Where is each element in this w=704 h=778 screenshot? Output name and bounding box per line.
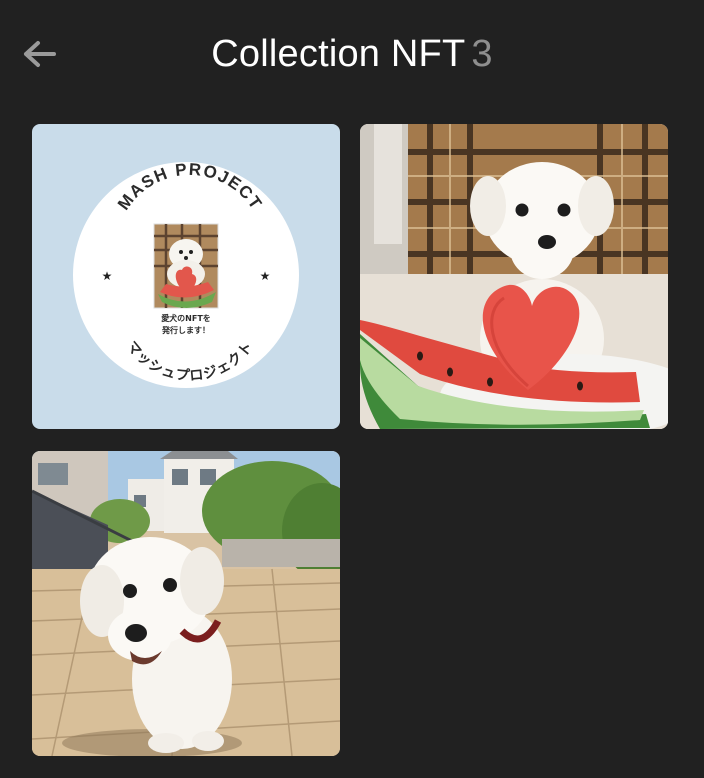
collection-title: Collection NFT bbox=[211, 33, 466, 75]
page-header: Collection NFT 3 bbox=[0, 0, 704, 110]
logo-center-line1: 愛犬のNFTを bbox=[161, 313, 211, 323]
nft-grid: MASH PROJECT マッシュプロジェクト ★ ★ 愛犬のNFTを 発行しま… bbox=[32, 124, 668, 756]
star-icon: ★ bbox=[260, 269, 271, 283]
logo-center-line2: 発行します！ bbox=[161, 325, 210, 335]
mash-project-logo-image: MASH PROJECT マッシュプロジェクト ★ ★ 愛犬のNFTを 発行しま… bbox=[32, 124, 340, 429]
nft-card-dog-watermelon[interactable] bbox=[360, 124, 668, 429]
nft-card-dog-walking[interactable] bbox=[32, 451, 340, 756]
star-icon: ★ bbox=[102, 269, 113, 283]
collection-count: 3 bbox=[471, 33, 493, 75]
page-title: Collection NFT 3 bbox=[0, 30, 704, 78]
nft-card-mash-project[interactable]: MASH PROJECT マッシュプロジェクト ★ ★ 愛犬のNFTを 発行しま… bbox=[32, 124, 340, 429]
dog-watermelon-photo bbox=[360, 124, 668, 429]
dog-walking-photo bbox=[32, 451, 340, 756]
logo-mini-photo bbox=[153, 223, 219, 309]
